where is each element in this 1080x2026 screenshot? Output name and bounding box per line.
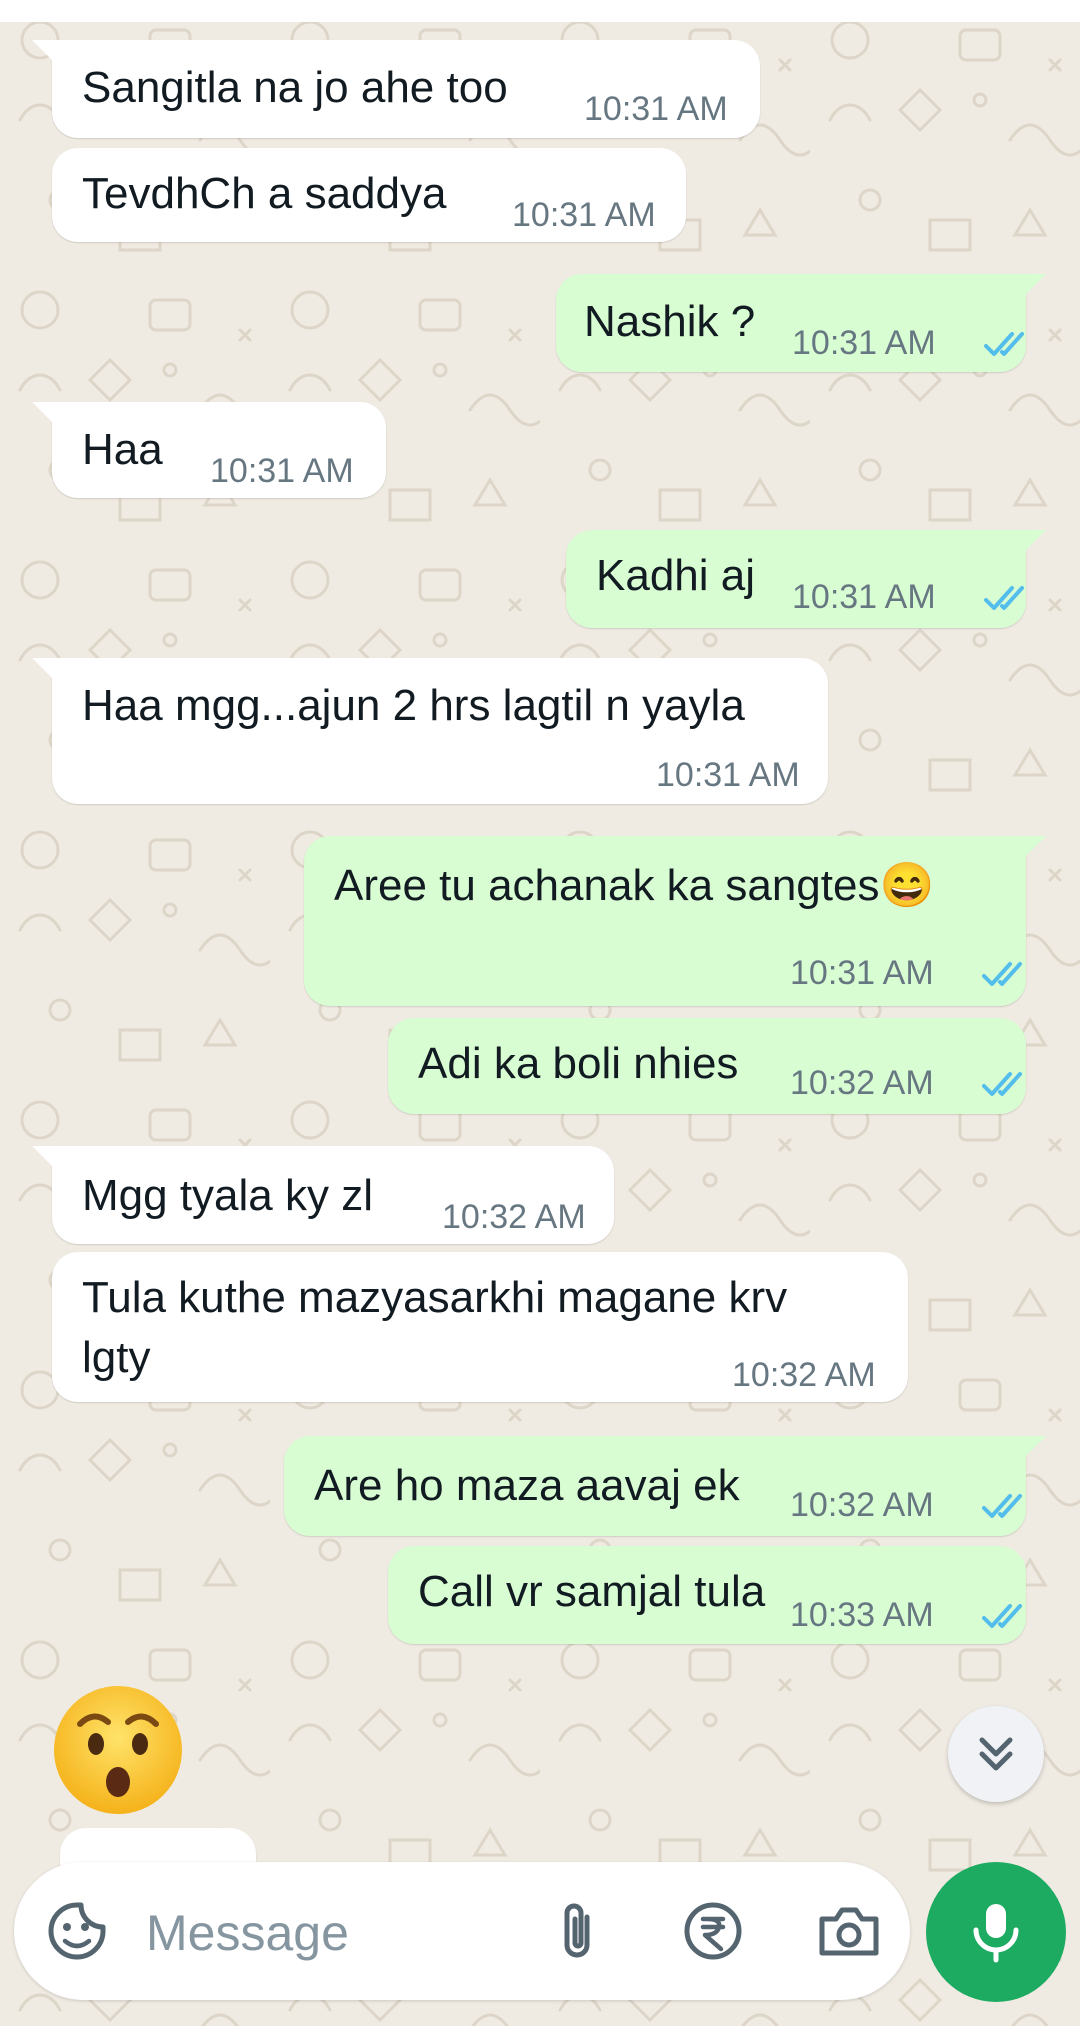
message-timestamp: 10:31 AM: [792, 324, 936, 362]
read-receipt-ticks-icon: [982, 1494, 1022, 1518]
message-timestamp: 10:31 AM: [584, 90, 728, 128]
message-timestamp: 10:32 AM: [732, 1356, 876, 1394]
hushed-face-emoji[interactable]: [48, 1680, 188, 1820]
message-text: Tula kuthe mazyasarkhi magane krv lgty: [82, 1273, 788, 1382]
incoming-message-bubble[interactable]: TevdhCh a saddya 10:31 AM: [52, 148, 686, 242]
read-receipt-ticks-icon: [984, 332, 1024, 356]
incoming-message-bubble[interactable]: Haa 10:31 AM: [32, 402, 386, 498]
message-text: Adi ka boli nhies: [418, 1039, 739, 1088]
message-text: Haa: [82, 425, 163, 474]
read-receipt-ticks-icon: [982, 1072, 1022, 1096]
message-timestamp: 10:31 AM: [512, 196, 656, 234]
voice-message-button[interactable]: [926, 1862, 1066, 2002]
message-text: Kadhi aj: [596, 551, 756, 600]
message-text: Call vr samjal tula: [418, 1567, 766, 1616]
message-timestamp: 10:32 AM: [442, 1198, 586, 1236]
message-text: Aree tu achanak ka sangtes😄: [334, 861, 935, 910]
incoming-message-bubble[interactable]: Haa mgg...ajun 2 hrs lagtil n yayla 10:31…: [32, 658, 828, 804]
paperclip-icon: [564, 1903, 590, 1958]
message-timestamp: 10:33 AM: [790, 1596, 934, 1634]
incoming-message-bubble[interactable]: Tula kuthe mazyasarkhi magane krv lgty 10:…: [52, 1252, 908, 1402]
message-input[interactable]: [144, 1900, 528, 1966]
outgoing-message-bubble[interactable]: Call vr samjal tula 10:33 AM: [388, 1546, 1026, 1644]
camera-icon: [819, 1907, 879, 1956]
outgoing-message-bubble[interactable]: Kadhi aj 10:31 AM: [566, 530, 1046, 628]
message-text: Mgg tyala ky zl: [82, 1171, 373, 1220]
outgoing-message-bubble[interactable]: Nashik ? 10:31 AM: [556, 274, 1046, 372]
outgoing-message-bubble[interactable]: Are ho maza aavaj ek 10:32 AM: [284, 1436, 1046, 1536]
read-receipt-ticks-icon: [982, 1604, 1022, 1628]
attach-button[interactable]: [542, 1896, 612, 1966]
payment-button[interactable]: [678, 1896, 748, 1966]
double-chevron-down-icon: [979, 1737, 1013, 1771]
message-timestamp: 10:31 AM: [790, 954, 934, 992]
microphone-icon: [973, 1904, 1019, 1963]
sticker-smiley-icon: [48, 1902, 106, 1960]
emoji-sticker-button[interactable]: [42, 1896, 112, 1966]
message-timestamp: 10:31 AM: [656, 756, 800, 794]
read-receipt-ticks-icon: [984, 586, 1024, 610]
incoming-message-bubble[interactable]: Mgg tyala ky zl 10:32 AM: [32, 1146, 614, 1244]
scroll-to-bottom-button[interactable]: [948, 1706, 1044, 1802]
message-timestamp: 10:32 AM: [790, 1486, 934, 1524]
message-text: Sangitla na jo ahe too: [82, 63, 508, 112]
read-receipt-ticks-icon: [982, 962, 1022, 986]
message-text: Nashik ?: [584, 297, 756, 346]
message-timestamp: 10:31 AM: [792, 578, 936, 616]
camera-button[interactable]: [812, 1896, 886, 1966]
message-text: Haa mgg...ajun 2 hrs lagtil n yayla: [82, 681, 745, 730]
message-text: TevdhCh a saddya: [82, 169, 447, 218]
message-composer: [14, 1862, 910, 2000]
message-timestamp: 10:32 AM: [790, 1064, 934, 1102]
incoming-message-bubble[interactable]: Sangitla na jo ahe too 10:31 AM: [32, 40, 760, 138]
rupee-icon: [684, 1902, 742, 1960]
outgoing-message-bubble[interactable]: Adi ka boli nhies 10:32 AM: [388, 1018, 1026, 1114]
message-timestamp: 10:31 AM: [210, 452, 354, 490]
message-text: Are ho maza aavaj ek: [314, 1461, 740, 1510]
outgoing-message-bubble[interactable]: Aree tu achanak ka sangtes😄 10:31 AM: [304, 836, 1046, 1006]
